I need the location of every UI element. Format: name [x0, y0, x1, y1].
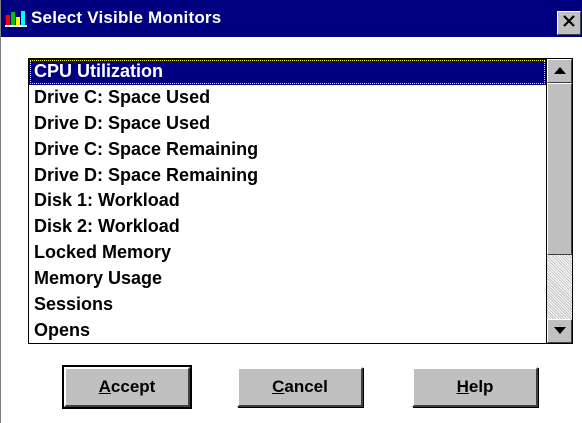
scroll-track[interactable] — [547, 83, 572, 319]
scroll-down-button[interactable] — [547, 319, 572, 343]
close-icon — [562, 14, 576, 33]
app-monitor-icon[interactable] — [4, 9, 30, 29]
accept-mnemonic: A — [98, 377, 111, 396]
monitor-list[interactable]: CPU Utilization Drive C: Space Used Drive … — [29, 59, 546, 343]
arrow-up-icon — [553, 62, 567, 80]
list-item[interactable]: Drive D: Space Used — [29, 111, 546, 137]
title-bar[interactable]: Select Visible Monitors — [1, 0, 582, 37]
scroll-up-button[interactable] — [547, 59, 572, 83]
list-item[interactable]: Opens — [29, 318, 546, 343]
accept-button[interactable]: Accept — [62, 365, 192, 409]
scroll-thumb[interactable] — [547, 83, 572, 255]
list-item[interactable]: CPU Utilization — [29, 59, 546, 85]
list-item[interactable]: Disk 1: Workload — [29, 188, 546, 214]
list-item[interactable]: Memory Usage — [29, 266, 546, 292]
list-item[interactable]: Drive C: Space Used — [29, 85, 546, 111]
window-title: Select Visible Monitors — [31, 8, 222, 27]
list-item[interactable]: Drive D: Space Remaining — [29, 163, 546, 189]
list-item[interactable]: Drive C: Space Remaining — [29, 137, 546, 163]
monitor-listbox[interactable]: CPU Utilization Drive C: Space Used Drive … — [28, 58, 573, 344]
accept-label: ccept — [110, 377, 156, 396]
arrow-down-icon — [553, 322, 567, 340]
close-button[interactable] — [557, 11, 581, 35]
help-button[interactable]: Help — [412, 367, 538, 407]
list-item[interactable]: Locked Memory — [29, 240, 546, 266]
cancel-label: ancel — [284, 377, 328, 396]
help-label: elp — [468, 377, 494, 396]
vertical-scrollbar[interactable] — [546, 59, 572, 343]
list-item[interactable]: Sessions — [29, 292, 546, 318]
help-mnemonic: H — [456, 377, 469, 396]
cancel-button[interactable]: Cancel — [237, 367, 363, 407]
list-item[interactable]: Disk 2: Workload — [29, 214, 546, 240]
cancel-mnemonic: C — [272, 377, 285, 396]
select-visible-monitors-dialog: Select Visible Monitors CPU Utilization D… — [0, 0, 582, 423]
